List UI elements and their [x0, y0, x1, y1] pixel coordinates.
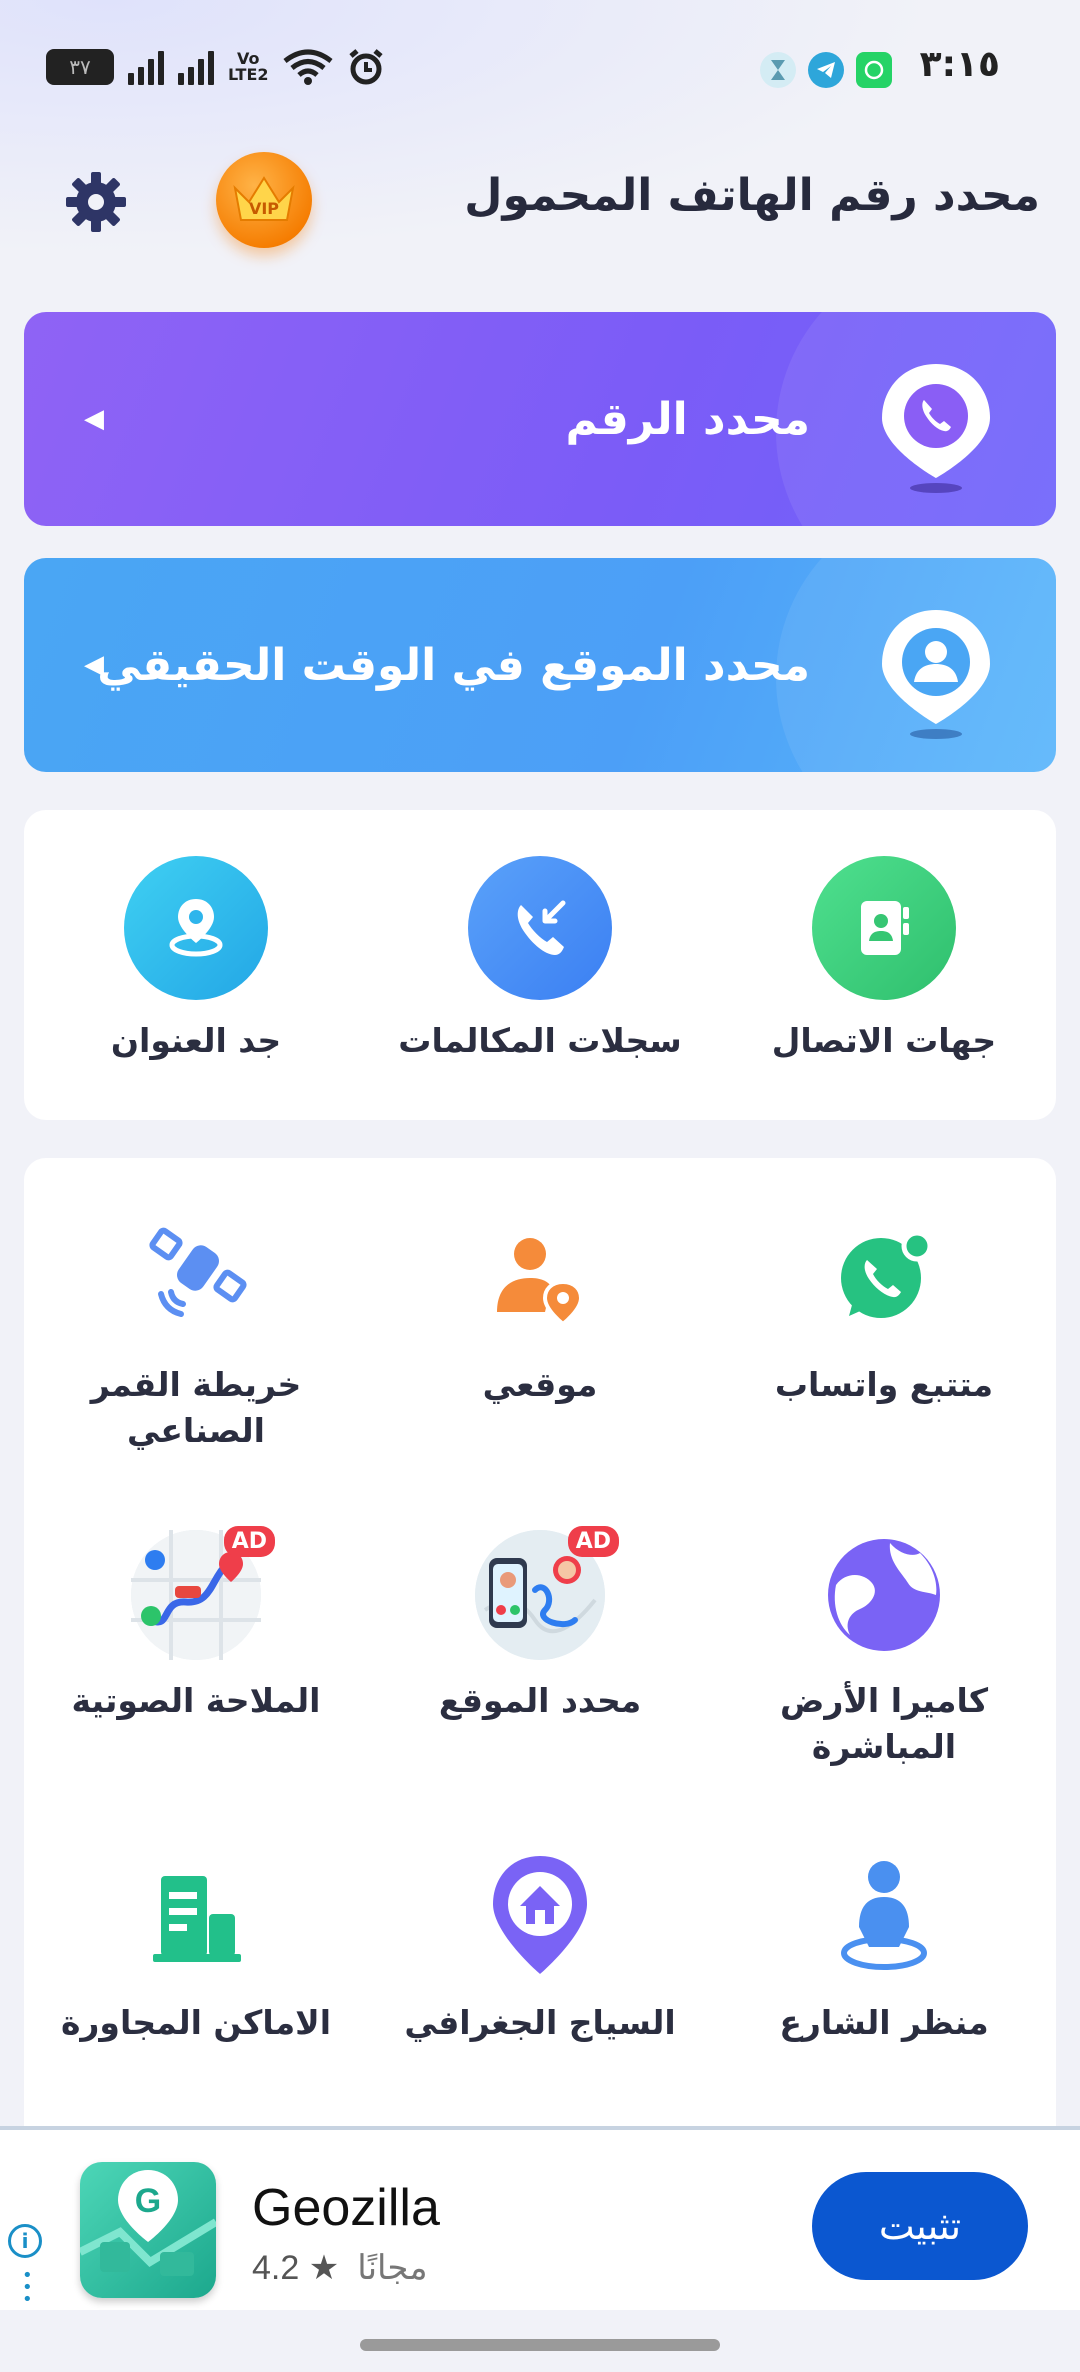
volte-indicator: Vo LTE2 [228, 49, 269, 84]
tile-geofence[interactable]: السياج الجغرافي [368, 1852, 712, 2046]
tile-label: متتبع واتساب [774, 1365, 994, 1404]
tile-label: منظر الشارع [779, 2003, 989, 2042]
ad-badge: AD [567, 1526, 619, 1557]
vip-label: VIP [249, 199, 279, 218]
tile-label: سجلات المكالمات [398, 1021, 682, 1060]
ad-rating: 4.2 ★ [252, 2249, 340, 2287]
tile-call-logs[interactable]: سجلات المكالمات [368, 856, 712, 1064]
status-time: ٣:١٥ [919, 44, 1000, 85]
realtime-locator-banner[interactable]: محدد الموقع في الوقت الحقيقي ◀ [24, 558, 1056, 772]
tile-street-view[interactable]: منظر الشارع [712, 1852, 1056, 2046]
nearby-buildings-icon [131, 1852, 261, 1982]
tile-satellite-map[interactable]: خريطة القمر الصناعي [24, 1214, 368, 1454]
ad-menu-dots-icon[interactable]: • • • [22, 2267, 33, 2309]
wifi-icon [282, 49, 333, 85]
tile-label: خريطة القمر الصناعي [90, 1365, 302, 1450]
banner-label: محدد الموقع في الوقت الحقيقي [97, 639, 810, 691]
signal-icon [128, 49, 164, 85]
ad-badge: AD [223, 1526, 275, 1557]
person-location-pin-icon [882, 610, 990, 739]
battery-icon: ٣٧ [46, 49, 114, 85]
tile-my-location[interactable]: موقعي [368, 1214, 712, 1408]
contacts-icon [812, 856, 956, 1000]
satellite-icon [131, 1214, 261, 1344]
number-locator-banner[interactable]: محدد الرقم ◀ [24, 312, 1056, 526]
home-indicator[interactable] [360, 2339, 720, 2351]
geozilla-app-icon[interactable]: G [80, 2162, 216, 2298]
tile-label: الملاحة الصوتية [71, 1681, 321, 1720]
battery-level: ٣٧ [69, 55, 91, 79]
phone-location-pin-icon [882, 364, 990, 493]
tile-label: الاماكن المجاورة [60, 2003, 332, 2042]
ad-banner[interactable]: i • • • G Geozilla 4.2 ★ مجانًا تثبيت [0, 2126, 1080, 2310]
tile-location-finder-ad[interactable]: AD محدد الموقع [368, 1526, 712, 1724]
tile-label: جهات الاتصال [771, 1021, 997, 1060]
svg-text:G: G [135, 2182, 161, 2220]
status-left-icons: ٣٧ Vo LTE2 [46, 48, 385, 86]
whatsapp-icon [819, 1214, 949, 1344]
tile-label: السياج الجغرافي [404, 2003, 676, 2042]
location-finder-ad-icon: AD [475, 1526, 619, 1660]
alarm-icon [348, 49, 383, 85]
banner-label: محدد الرقم [565, 393, 810, 445]
voice-navigation-ad-icon: AD [131, 1526, 275, 1660]
address-pin-icon [124, 856, 268, 1000]
tile-find-address[interactable]: جد العنوان [24, 856, 368, 1064]
geofence-home-icon [475, 1852, 605, 1982]
hourglass-app-icon [760, 52, 796, 88]
telegram-icon [808, 52, 844, 88]
tile-voice-navigation-ad[interactable]: AD الملاحة الصوتية [24, 1526, 368, 1724]
arrow-icon: ◀ [84, 404, 104, 434]
street-view-icon [819, 1852, 949, 1982]
settings-gear-icon[interactable] [64, 170, 128, 234]
earth-globe-icon [819, 1530, 949, 1660]
whatsapp-notification-icon [856, 52, 892, 88]
crown-icon: VIP [233, 176, 295, 221]
call-log-icon [468, 856, 612, 1000]
ad-rating-row: 4.2 ★ مجانًا [252, 2248, 428, 2288]
tile-label: كاميرا الأرض المباشرة [779, 1681, 989, 1766]
status-bar: ٣٧ Vo LTE2 ٣:١٥ [0, 0, 1080, 140]
quick-tools-card: جهات الاتصال سجلات المكالمات جد العنوان [24, 810, 1056, 1120]
tile-contacts[interactable]: جهات الاتصال [712, 856, 1056, 1064]
tile-whatsapp-tracker[interactable]: متتبع واتساب [712, 1214, 1056, 1408]
ad-price: مجانًا [357, 2249, 428, 2287]
signal-icon-2 [178, 49, 214, 85]
ad-app-name: Geozilla [252, 2179, 440, 2237]
vip-crown-button[interactable]: VIP [216, 152, 312, 248]
install-button[interactable]: تثبيت [812, 2172, 1028, 2280]
ad-info-icon[interactable]: i [8, 2224, 42, 2258]
tile-label: موقعي [482, 1365, 598, 1404]
tools-grid-card: متتبع واتساب موقعي خريطة القمر الصناعي ك… [24, 1158, 1056, 2158]
tile-nearby-places[interactable]: الاماكن المجاورة [24, 1852, 368, 2046]
arrow-icon: ◀ [84, 650, 104, 680]
tile-label: محدد الموقع [438, 1681, 642, 1720]
tile-label: جد العنوان [110, 1021, 282, 1060]
app-title: محدد رقم الهاتف المحمول [464, 170, 1040, 221]
notification-icons [760, 52, 892, 88]
tile-live-earth-camera[interactable]: كاميرا الأرض المباشرة [712, 1530, 1056, 1770]
my-location-person-icon [475, 1214, 605, 1344]
